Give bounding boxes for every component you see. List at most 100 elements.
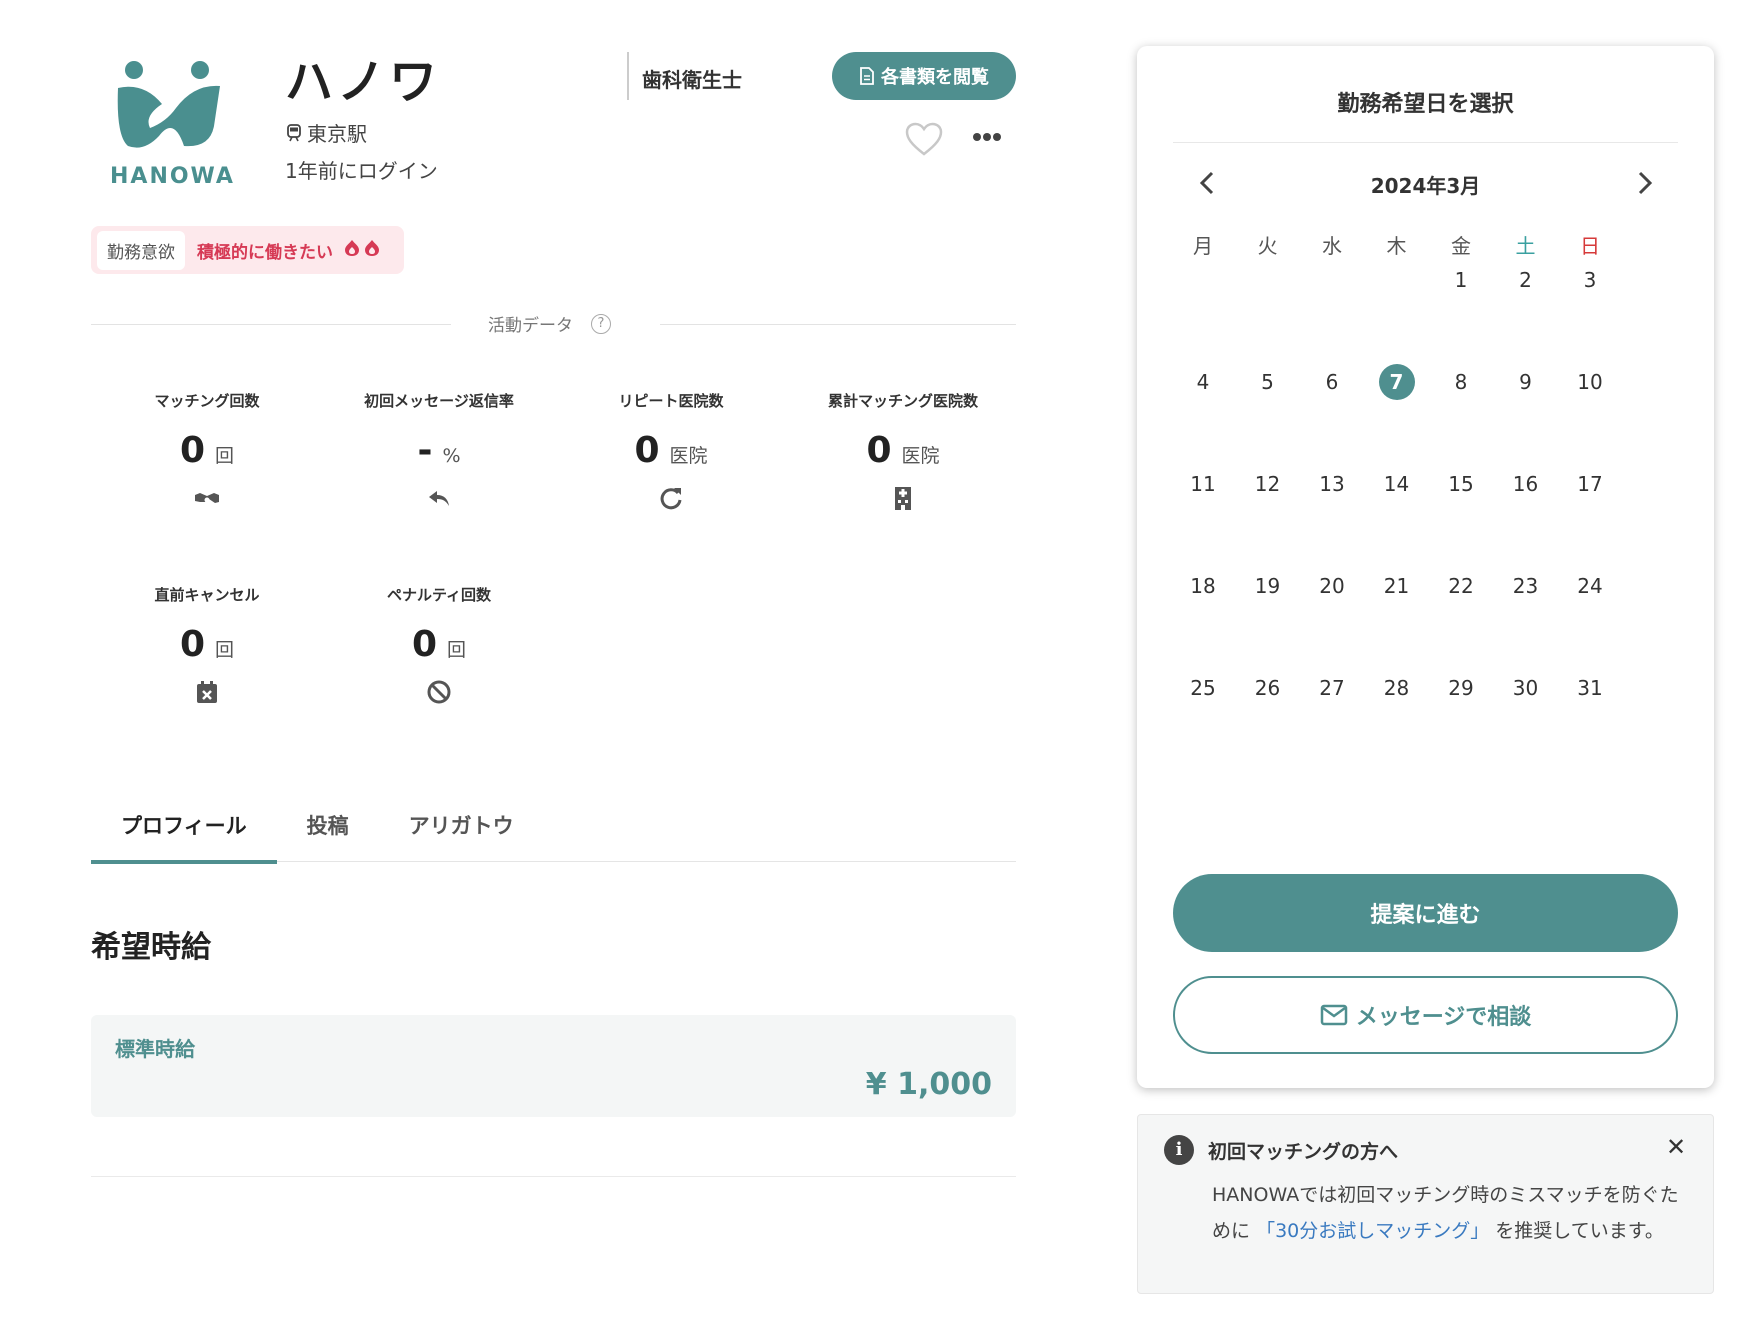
calendar-day[interactable]: 11 [1173, 466, 1233, 502]
stat-value: - [417, 430, 433, 471]
calendar-day[interactable]: 15 [1431, 466, 1491, 502]
reply-icon [429, 491, 449, 506]
wage-value: ¥ 1,000 [865, 1067, 992, 1102]
calendar-day[interactable]: 23 [1496, 568, 1556, 604]
more-options-icon[interactable] [972, 130, 1002, 144]
calendar-day[interactable]: 25 [1173, 670, 1233, 706]
calendar-month: 2024年3月 [1370, 174, 1481, 198]
profile-tabs: プロフィール 投稿 アリガトウ [91, 800, 1016, 864]
activity-divider-right [660, 324, 1016, 325]
notice-text-after: を推奨しています。 [1495, 1220, 1664, 1242]
motivation-label: 勤務意欲 [97, 230, 185, 270]
view-documents-label: 各書類を閲覧 [881, 67, 989, 87]
tab-profile[interactable]: プロフィール [91, 800, 277, 864]
stat-matching-count: マッチング回数 0回 [92, 390, 322, 511]
stat-value: 0 [179, 624, 206, 665]
stat-repeat-clinics: リピート医院数 0 医院 [556, 390, 786, 511]
stat-unit: % [442, 445, 461, 467]
station: 東京駅 [285, 118, 367, 147]
weekday-header: 土 [1515, 234, 1536, 258]
calendar-day[interactable]: 31 [1560, 670, 1620, 706]
last-login: 1年前にログイン [285, 159, 438, 183]
station-name: 東京駅 [307, 122, 367, 146]
calendar-day[interactable]: 22 [1431, 568, 1491, 604]
calendar-day[interactable]: 4 [1173, 364, 1233, 400]
hanowa-logo: HANOWA [110, 56, 235, 189]
message-consult-label: メッセージで相談 [1355, 1004, 1532, 1029]
calendar-day-selected[interactable]: 7 [1367, 364, 1427, 400]
stat-label: 直前キャンセル [154, 586, 260, 604]
content-divider [91, 1176, 1016, 1177]
wage-box: 標準時給 ¥ 1,000 [91, 1015, 1016, 1117]
calendar-day[interactable]: 27 [1302, 670, 1362, 706]
calendar-day[interactable]: 30 [1496, 670, 1556, 706]
header-divider [627, 52, 629, 100]
weekday-header: 木 [1386, 234, 1407, 258]
wage-label: 標準時給 [115, 1037, 195, 1061]
weekday-header: 日 [1580, 234, 1600, 258]
motivation-value: 積極的に働きたい [197, 242, 333, 263]
message-consult-button[interactable]: メッセージで相談 [1173, 976, 1678, 1054]
profile-name: ハノワ [285, 54, 442, 110]
weekday-header: 水 [1322, 234, 1342, 258]
calendar-day[interactable]: 12 [1238, 466, 1298, 502]
calendar-title: 勤務希望日を選択 [1337, 92, 1514, 117]
calendar-day[interactable]: 8 [1431, 364, 1491, 400]
notice-title: 初回マッチングの方へ [1208, 1141, 1399, 1163]
calendar-day[interactable]: 24 [1560, 568, 1620, 604]
handshake-icon [195, 493, 219, 503]
propose-button[interactable]: 提案に進む [1173, 874, 1678, 952]
calendar-day[interactable]: 20 [1302, 568, 1362, 604]
activity-divider-left [91, 324, 451, 325]
repeat-icon [660, 488, 682, 510]
calendar-day[interactable]: 6 [1302, 364, 1362, 400]
calendar-day[interactable]: 16 [1496, 466, 1556, 502]
calendar-day[interactable]: 14 [1367, 466, 1427, 502]
hospital-icon [895, 487, 911, 510]
flame-icon [343, 239, 381, 262]
stat-unit: 回 [447, 639, 467, 661]
calendar-day[interactable]: 9 [1496, 364, 1556, 400]
schedule-card: 勤務希望日を選択 2024年3月 月火水木金土日 1 2 3 4 5 6 7 8 9 10 11 12… [1137, 46, 1714, 1088]
calendar-day[interactable]: 10 [1560, 364, 1620, 400]
calendar-day[interactable]: 5 [1238, 364, 1298, 400]
motivation-badge: 勤務意欲 積極的に働きたい [91, 226, 404, 274]
stat-value: 0 [179, 430, 206, 471]
calendar-day[interactable]: 17 [1560, 466, 1620, 502]
calendar-day[interactable]: 2 [1496, 262, 1556, 298]
calendar-day[interactable]: 28 [1367, 670, 1427, 706]
calendar-day[interactable]: 29 [1431, 670, 1491, 706]
chevron-right-icon[interactable] [1629, 168, 1659, 198]
ban-icon [427, 680, 451, 704]
calendar-day[interactable]: 19 [1238, 568, 1298, 604]
calendar-day[interactable]: 26 [1238, 670, 1298, 706]
help-icon[interactable]: ? [591, 313, 611, 334]
calendar-day[interactable]: 18 [1173, 568, 1233, 604]
view-documents-button[interactable]: 各書類を閲覧 [832, 52, 1016, 100]
close-icon[interactable]: ✕ [1661, 1133, 1691, 1163]
first-matching-notice: i 初回マッチングの方へ ✕ HANOWAでは初回マッチング時のミスマッチを防ぐ… [1137, 1114, 1714, 1294]
stat-value: 0 [411, 624, 438, 665]
stat-label: 累計マッチング医院数 [827, 392, 978, 410]
document-icon [860, 67, 874, 85]
stat-label: リピート医院数 [618, 392, 724, 410]
stat-last-minute-cancel: 直前キャンセル 0回 [92, 584, 322, 705]
calendar-day[interactable]: 1 [1431, 262, 1491, 298]
stat-unit: 医院 [901, 445, 940, 467]
stat-label: 初回メッセージ返信率 [364, 392, 514, 410]
calendar-day[interactable]: 21 [1367, 568, 1427, 604]
tab-arigatou[interactable]: アリガトウ [379, 800, 544, 862]
favorite-heart-icon[interactable] [905, 122, 943, 158]
card-divider [1173, 142, 1678, 143]
trial-matching-link[interactable]: 「30分お試しマッチング」 [1256, 1220, 1489, 1242]
logo-text: HANOWA [110, 164, 235, 189]
activity-title: 活動データ ? [488, 311, 611, 336]
calendar-day[interactable]: 3 [1560, 262, 1620, 298]
train-icon [287, 123, 301, 141]
stat-label: マッチング回数 [154, 392, 260, 410]
stat-total-clinics: 累計マッチング医院数 0 医院 [788, 390, 1018, 511]
tab-posts[interactable]: 投稿 [277, 800, 379, 862]
calendar-day[interactable]: 13 [1302, 466, 1362, 502]
calendar-x-icon [197, 681, 217, 703]
stat-unit: 回 [215, 639, 235, 661]
